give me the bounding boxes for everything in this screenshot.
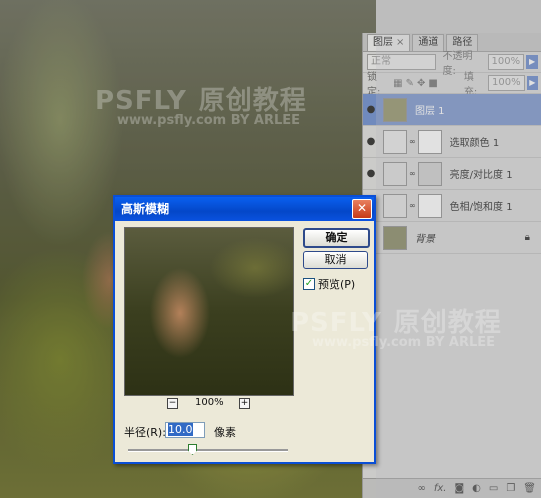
radius-label: 半径(R): (124, 426, 166, 439)
adjustment-icon[interactable]: ◐ (472, 483, 481, 494)
link-icon[interactable]: ∞ (417, 483, 425, 494)
opacity-arrow-icon[interactable]: ▶ (526, 55, 538, 69)
unit-label: 像素 (214, 426, 236, 439)
layer-row[interactable]: ● ∞ 选取颜色 1 (363, 126, 541, 158)
blend-row: 正常 不透明度: 100% ▶ (363, 51, 541, 77)
watermark: PSFLY 原创教程 www.psfly.com BY ARLEE (95, 80, 307, 128)
watermark-title: 原创教程 (393, 308, 502, 338)
adjustment-thumbnail (383, 129, 407, 154)
watermark-url: www.psfly.com BY ARLEE (117, 113, 300, 128)
folder-icon[interactable]: ▭ (489, 483, 498, 494)
trash-icon[interactable]: 🗑︎ (523, 483, 536, 494)
watermark-brand: PSFLY (95, 86, 187, 116)
link-icon: ∞ (409, 201, 416, 210)
zoom-out-button[interactable]: − (167, 398, 178, 409)
fill-value: 100% (492, 77, 521, 88)
layer-mask-thumbnail (417, 161, 442, 186)
adjustment-thumbnail (383, 161, 407, 186)
link-icon: ∞ (409, 169, 416, 178)
eye-icon[interactable]: ● (363, 168, 379, 179)
layer-row[interactable]: ● ∞ 亮度/对比度 1 (363, 158, 541, 190)
layer-name: 亮度/对比度 1 (449, 170, 513, 181)
lock-move-icon[interactable]: ✥ (417, 78, 425, 89)
cancel-button[interactable]: 取消 (303, 251, 368, 269)
mask-icon[interactable]: ◙ (454, 483, 464, 494)
adjustment-thumbnail (383, 193, 407, 218)
layers-panel: 图层 × 通道 路径 正常 不透明度: 100% ▶ 锁定: ▦ ✎ ✥ ■ 填充… (362, 33, 541, 498)
layer-name: 色相/饱和度 1 (449, 202, 513, 213)
eye-icon[interactable]: ● (363, 136, 379, 147)
preview-label: 预览(P) (318, 278, 356, 291)
tab-channels[interactable]: 通道 (412, 34, 445, 51)
layer-thumbnail (383, 225, 407, 250)
dialog-title: 高斯模糊 (121, 202, 170, 216)
blend-mode-value: 正常 (371, 56, 391, 67)
radius-input[interactable]: 10.0 (165, 422, 205, 438)
watermark-brand: PSFLY (290, 308, 382, 338)
layers-toolbar: ∞ fx. ◙ ◐ ▭ ❐ 🗑︎ (363, 478, 541, 498)
opacity-input[interactable]: 100% (487, 54, 525, 70)
link-icon: ∞ (409, 137, 416, 146)
layer-name: 选取颜色 1 (449, 138, 500, 149)
tab-label: 图层 (373, 37, 393, 48)
new-layer-icon[interactable]: ❐ (506, 483, 515, 494)
blur-preview[interactable] (124, 227, 294, 396)
close-icon[interactable]: ✕ (352, 199, 372, 219)
layer-mask-thumbnail (417, 193, 442, 218)
lock-transparent-icon[interactable]: ▦ (393, 78, 402, 89)
zoom-value: 100% (195, 397, 224, 408)
radius-value: 10.0 (168, 423, 193, 436)
layer-row[interactable]: ● 图层 1 (363, 94, 541, 126)
preview-checkbox[interactable]: ✓ (303, 278, 315, 290)
watermark-title: 原创教程 (198, 86, 307, 116)
fill-arrow-icon[interactable]: ▶ (526, 76, 538, 90)
tab-label: 通道 (418, 37, 439, 48)
layer-mask-thumbnail (417, 129, 442, 154)
lock-all-icon[interactable]: ■ (428, 78, 437, 89)
fx-icon[interactable]: fx. (434, 483, 447, 494)
layer-thumbnail (383, 97, 407, 122)
dialog-titlebar[interactable]: 高斯模糊 ✕ (115, 197, 374, 221)
eye-icon[interactable]: ● (363, 104, 379, 115)
layer-row[interactable]: ● ∞ 色相/饱和度 1 (363, 190, 541, 222)
layer-name: 背景 (415, 234, 435, 245)
preview-checkbox-row[interactable]: ✓ 预览(P) (303, 276, 355, 292)
watermark: PSFLY 原创教程 www.psfly.com BY ARLEE (290, 302, 502, 350)
fill-input[interactable]: 100% (488, 75, 525, 91)
radius-slider-thumb[interactable] (188, 444, 197, 455)
radius-slider-track[interactable] (128, 449, 288, 452)
opacity-value: 100% (491, 56, 521, 67)
lock-brush-icon[interactable]: ✎ (406, 78, 414, 89)
layer-row[interactable]: ● 背景 🔒︎ (363, 222, 541, 254)
tab-layers[interactable]: 图层 × (367, 34, 411, 51)
lock-icon: 🔒︎ (524, 232, 530, 243)
ok-button[interactable]: 确定 (303, 228, 370, 248)
watermark-url: www.psfly.com BY ARLEE (312, 335, 495, 350)
zoom-in-button[interactable]: + (239, 398, 250, 409)
close-icon[interactable]: × (396, 37, 404, 48)
layer-name: 图层 1 (415, 106, 445, 117)
